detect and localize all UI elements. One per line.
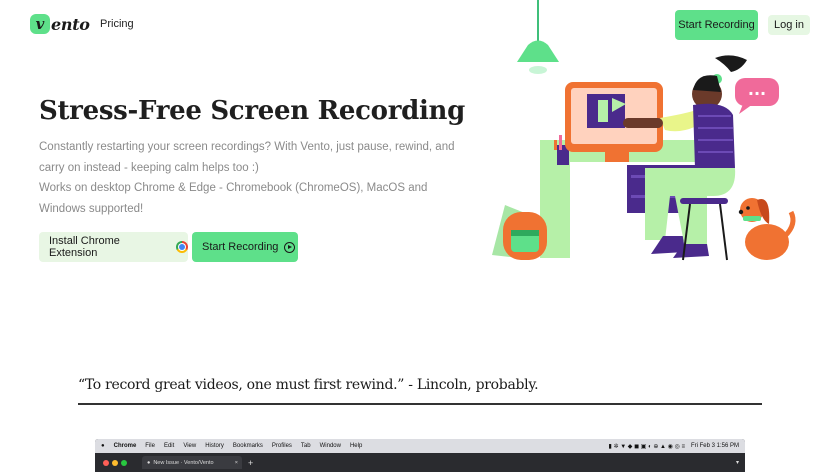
quote-divider (78, 403, 762, 405)
hero-start-recording-button[interactable]: Start Recording (192, 232, 298, 262)
menubar-item: Bookmarks (232, 443, 263, 449)
menubar-item: Chrome (113, 443, 137, 449)
status-icons: ▮ ✲ ▼ ◆ ◼ ▣ ◐ ⊕ ▲ ◉ ◎ ≡ (608, 443, 685, 450)
hero-description: Constantly restarting your screen record… (39, 137, 459, 219)
hero-start-recording-label: Start Recording (202, 241, 279, 253)
hero-description-line-1: Constantly restarting your screen record… (39, 141, 455, 174)
menubar-item: Window (319, 443, 341, 449)
chrome-icon (176, 241, 188, 253)
speech-bubble-icon: ... (735, 78, 779, 114)
logo-mark: v (30, 14, 50, 34)
hanging-lamp-icon (517, 0, 559, 74)
menubar-item: View (183, 443, 197, 449)
menubar-item: Profiles (271, 443, 292, 449)
menubar-item: File (145, 443, 155, 449)
maximize-window-icon (121, 459, 127, 466)
install-chrome-extension-label: Install Chrome Extension (49, 235, 120, 259)
close-window-icon (103, 459, 109, 466)
tab-search-icon: ▾ (735, 460, 739, 466)
menubar-clock: Fri Feb 3 1:56 PM (690, 443, 739, 449)
play-circle-icon (284, 241, 296, 253)
page-title: Stress-Free Screen Recording (39, 96, 466, 126)
install-chrome-extension-button[interactable]: Install Chrome Extension (39, 232, 188, 262)
menubar-item: Help (349, 443, 363, 449)
github-icon: ● (147, 459, 151, 466)
hero-description-line-2: Works on desktop Chrome & Edge - Chromeb… (39, 182, 428, 215)
browser-tabbar: ● New Issue · Vento/Vento × + ▾ (95, 453, 745, 472)
vento-logo[interactable]: v ento (30, 14, 90, 34)
speech-bubble-text: ... (748, 80, 766, 99)
dog-icon (738, 198, 796, 260)
minimize-window-icon (112, 459, 118, 466)
logo-text: ento (51, 14, 90, 34)
browser-tab: ● New Issue · Vento/Vento × (142, 456, 242, 469)
new-tab-icon: + (248, 457, 254, 468)
pricing-link[interactable]: Pricing (100, 18, 134, 30)
backpack-icon (503, 212, 547, 260)
hero-illustration: ... (492, 0, 796, 261)
menubar-item: Tab (300, 443, 311, 449)
menubar-item: Edit (163, 443, 175, 449)
browser-tab-title: New Issue · Vento/Vento (153, 459, 214, 466)
apple-icon: ● (101, 443, 105, 449)
menubar-status: ▮ ✲ ▼ ◆ ◼ ▣ ◐ ⊕ ▲ ◉ ◎ ≡ Fri Feb 3 1:56 P… (609, 439, 739, 453)
quote-text: “To record great videos, one must first … (78, 377, 539, 393)
tab-close-icon: × (234, 459, 238, 466)
menubar-item: History (205, 443, 224, 449)
demo-screenshot: ● Chrome File Edit View History Bookmark… (95, 439, 745, 472)
